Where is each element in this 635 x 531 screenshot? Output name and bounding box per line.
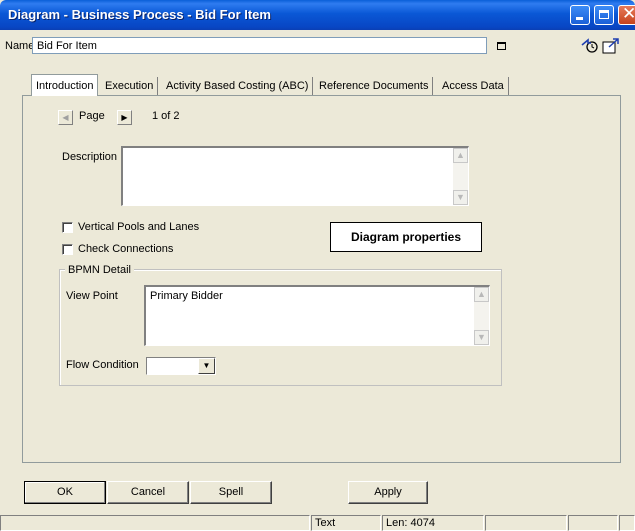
status-cell-empty-1 — [485, 515, 567, 531]
bpmn-detail-legend: BPMN Detail — [65, 264, 134, 276]
status-cell-empty-3 — [619, 515, 635, 531]
close-icon: ✕ — [622, 4, 635, 24]
tab-abc[interactable]: Activity Based Costing (ABC) — [162, 77, 314, 95]
status-mode: Text — [311, 515, 381, 531]
tab-reference-documents[interactable]: Reference Documents — [315, 77, 434, 95]
tab-execution[interactable]: Execution — [101, 77, 159, 95]
scroll-up-icon[interactable]: ▲ — [474, 287, 489, 302]
name-label: Name — [5, 40, 35, 52]
status-bar: Text Len: 4074 — [0, 514, 635, 531]
maximize-button[interactable] — [594, 5, 614, 25]
name-input[interactable] — [32, 37, 487, 54]
ok-button[interactable]: OK — [24, 481, 106, 504]
apply-button[interactable]: Apply — [348, 481, 428, 504]
page-label: Page — [79, 110, 105, 122]
description-scrollbar[interactable]: ▲ ▼ — [453, 148, 468, 205]
maximize-icon — [599, 10, 609, 19]
refresh-icon — [581, 38, 598, 53]
status-length: Len: 4074 — [382, 515, 484, 531]
view-point-scrollbar[interactable]: ▲ ▼ — [474, 287, 489, 345]
description-label: Description — [62, 151, 118, 163]
refresh-button[interactable] — [581, 37, 599, 55]
spell-button[interactable]: Spell — [190, 481, 272, 504]
flow-condition-select[interactable]: ▼ — [146, 357, 216, 375]
window-title: Diagram - Business Process - Bid For Ite… — [8, 7, 271, 22]
arrow-right-icon: ▶ — [121, 113, 128, 122]
tab-access-data[interactable]: Access Data — [438, 77, 509, 95]
minimize-icon — [576, 17, 583, 20]
check-connections-label[interactable]: Check Connections — [78, 243, 173, 255]
export-button[interactable] — [601, 37, 621, 55]
tab-introduction[interactable]: Introduction — [31, 74, 99, 96]
view-point-textarea[interactable]: Primary Bidder ▲ ▼ — [144, 285, 490, 346]
previous-page-button[interactable]: ◀ — [58, 110, 73, 125]
flow-condition-label: Flow Condition — [66, 359, 139, 371]
status-cell-empty-2 — [568, 515, 618, 531]
export-icon — [602, 38, 619, 54]
view-point-value: Primary Bidder — [150, 290, 223, 302]
scroll-up-icon[interactable]: ▲ — [453, 148, 468, 163]
check-connections-checkbox[interactable] — [62, 244, 73, 255]
next-page-button[interactable]: ▶ — [117, 110, 132, 125]
chevron-down-icon[interactable]: ▼ — [198, 358, 215, 374]
cancel-button[interactable]: Cancel — [107, 481, 189, 504]
description-textarea[interactable]: ▲ ▼ — [121, 146, 469, 206]
scroll-down-icon[interactable]: ▼ — [453, 190, 468, 205]
close-button[interactable]: ✕ — [618, 4, 635, 25]
window-icon — [497, 42, 506, 50]
vertical-pools-label[interactable]: Vertical Pools and Lanes — [78, 221, 199, 233]
vertical-pools-checkbox[interactable] — [62, 222, 73, 233]
view-point-label: View Point — [66, 290, 118, 302]
expand-name-button[interactable] — [494, 38, 510, 54]
scroll-down-icon[interactable]: ▼ — [474, 330, 489, 345]
page-count: 1 of 2 — [152, 110, 180, 122]
diagram-properties-button[interactable]: Diagram properties — [330, 222, 482, 252]
arrow-left-icon: ◀ — [62, 113, 69, 122]
status-cell-main — [0, 515, 310, 531]
minimize-button[interactable] — [570, 5, 590, 25]
